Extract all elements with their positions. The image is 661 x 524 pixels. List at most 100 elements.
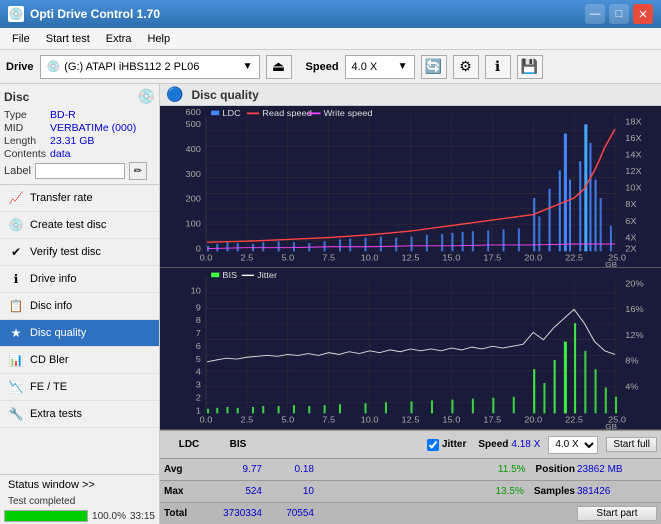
sidebar-bottom: Status window >> Test completed 100.0% 3… — [0, 474, 159, 524]
maximize-button[interactable]: □ — [609, 4, 629, 24]
disc-section-label: Disc — [4, 90, 29, 104]
svg-text:9: 9 — [196, 303, 201, 312]
create-test-disc-label: Create test disc — [30, 219, 106, 231]
avg-bis: 0.18 — [264, 464, 314, 475]
disc-info-grid: Type BD-R MID VERBATIMe (000) Length 23.… — [4, 109, 155, 160]
sidebar-item-extra-tests[interactable]: 🔧 Extra tests — [0, 401, 159, 428]
start-full-button[interactable]: Start full — [606, 437, 657, 452]
stats-row-max: Max 524 10 13.5% Samples 381426 — [160, 480, 661, 502]
ldc-header: LDC — [179, 439, 200, 450]
refresh-button[interactable]: 🔄 — [421, 55, 447, 79]
top-chart-panel: 0 100 200 300 400 500 600 18X 16X 14X 12… — [160, 106, 661, 268]
svg-text:18X: 18X — [625, 117, 642, 126]
app-title: Opti Drive Control 1.70 — [30, 7, 160, 21]
sidebar-item-transfer-rate[interactable]: 📈 Transfer rate — [0, 185, 159, 212]
chart-header: 🔵 Disc quality — [160, 84, 661, 106]
label-input[interactable] — [35, 163, 125, 179]
svg-text:6X: 6X — [625, 216, 636, 225]
svg-text:20.0: 20.0 — [524, 415, 542, 424]
svg-text:7.5: 7.5 — [322, 415, 335, 424]
disc-info-label: Disc info — [30, 300, 72, 312]
svg-text:0: 0 — [196, 244, 201, 253]
svg-text:2X: 2X — [625, 244, 636, 253]
sidebar-item-verify-test-disc[interactable]: ✔ Verify test disc — [0, 239, 159, 266]
close-button[interactable]: ✕ — [633, 4, 653, 24]
cd-bler-icon: 📊 — [8, 352, 24, 368]
svg-text:10: 10 — [191, 286, 201, 295]
max-jitter: 13.5% — [496, 486, 524, 497]
jitter-checkbox[interactable] — [427, 439, 439, 451]
status-text: Test completed — [4, 495, 79, 508]
settings-button[interactable]: ⚙ — [453, 55, 479, 79]
sidebar-item-fe-te[interactable]: 📉 FE / TE — [0, 374, 159, 401]
nav-items: 📈 Transfer rate 💿 Create test disc ✔ Ver… — [0, 185, 159, 474]
menu-help[interactable]: Help — [139, 31, 178, 47]
bottom-chart-svg: 1 2 3 4 5 6 7 8 9 10 20% 16% 12% 8% 4% — [160, 268, 661, 429]
svg-text:GB: GB — [605, 422, 617, 429]
progress-bar-fill — [5, 511, 87, 521]
max-ldc: 524 — [202, 486, 262, 497]
avg-ldc: 9.77 — [202, 464, 262, 475]
speed-select[interactable]: 4.0 X 2.0 X 8.0 X — [548, 436, 598, 454]
speed-selector[interactable]: 4.0 X ▼ — [345, 55, 415, 79]
verify-test-disc-label: Verify test disc — [30, 246, 101, 258]
type-key: Type — [4, 109, 46, 121]
svg-text:10.0: 10.0 — [361, 415, 379, 424]
minimize-button[interactable]: — — [585, 4, 605, 24]
menu-extra[interactable]: Extra — [98, 31, 140, 47]
sidebar-item-cd-bler[interactable]: 📊 CD Bler — [0, 347, 159, 374]
mid-key: MID — [4, 122, 46, 134]
avg-jitter: 11.5% — [498, 464, 526, 475]
cd-bler-label: CD Bler — [30, 354, 69, 366]
samples-val: 381426 — [577, 486, 657, 497]
mid-val: VERBATIMe (000) — [50, 122, 155, 134]
svg-text:15.0: 15.0 — [442, 415, 460, 424]
speed-value: 4.0 X — [352, 61, 378, 73]
svg-text:5.0: 5.0 — [281, 415, 294, 424]
info-button[interactable]: ℹ — [485, 55, 511, 79]
speed-label: Speed — [306, 61, 339, 73]
save-button[interactable]: 💾 — [517, 55, 543, 79]
label-key: Label — [4, 165, 31, 177]
sidebar-item-disc-quality[interactable]: ★ Disc quality — [0, 320, 159, 347]
menu-start-test[interactable]: Start test — [38, 31, 98, 47]
svg-text:500: 500 — [186, 120, 201, 129]
fe-te-icon: 📉 — [8, 379, 24, 395]
svg-text:400: 400 — [186, 144, 201, 153]
drive-selector[interactable]: 💿 (G:) ATAPI iHBS112 2 PL06 ▼ — [40, 55, 260, 79]
sidebar-item-disc-info[interactable]: 📋 Disc info — [0, 293, 159, 320]
jitter-control: Jitter — [427, 439, 466, 451]
chart-title: Disc quality — [191, 88, 258, 102]
extra-tests-icon: 🔧 — [8, 406, 24, 422]
svg-text:22.5: 22.5 — [565, 415, 583, 424]
eject-button[interactable]: ⏏ — [266, 55, 292, 79]
drive-value: (G:) ATAPI iHBS112 2 PL06 — [64, 61, 199, 73]
speed-stat-label: Speed — [478, 439, 508, 450]
length-val: 23.31 GB — [50, 135, 155, 147]
svg-text:14X: 14X — [625, 150, 642, 159]
svg-text:Write speed: Write speed — [324, 109, 373, 118]
speed-stat-val: 4.18 X — [511, 439, 540, 450]
svg-text:12.5: 12.5 — [402, 253, 420, 262]
sidebar: Disc 💿 Type BD-R MID VERBATIMe (000) Len… — [0, 84, 160, 524]
top-chart-svg: 0 100 200 300 400 500 600 18X 16X 14X 12… — [160, 106, 661, 267]
disc-section-icon: 💿 — [138, 88, 155, 105]
samples-label: Samples — [534, 486, 575, 497]
stats-row-1: LDC BIS Jitter Speed 4.18 X 4.0 X 2.0 X … — [160, 430, 661, 458]
action-buttons: Start full — [606, 437, 657, 452]
menu-file[interactable]: File — [4, 31, 38, 47]
sidebar-item-drive-info[interactable]: ℹ Drive info — [0, 266, 159, 293]
svg-text:7.5: 7.5 — [322, 253, 335, 262]
svg-text:LDC: LDC — [222, 109, 240, 118]
status-window-button[interactable]: Status window >> — [4, 477, 155, 493]
sidebar-item-create-test-disc[interactable]: 💿 Create test disc — [0, 212, 159, 239]
label-edit-button[interactable]: ✏ — [129, 162, 147, 180]
svg-text:Read speed: Read speed — [262, 109, 312, 118]
svg-text:17.5: 17.5 — [483, 415, 501, 424]
type-val: BD-R — [50, 109, 155, 121]
svg-text:0.0: 0.0 — [200, 415, 213, 424]
drive-label: Drive — [6, 61, 34, 73]
svg-text:BIS: BIS — [222, 271, 237, 280]
start-part-button[interactable]: Start part — [577, 506, 657, 521]
svg-text:20%: 20% — [625, 279, 644, 288]
